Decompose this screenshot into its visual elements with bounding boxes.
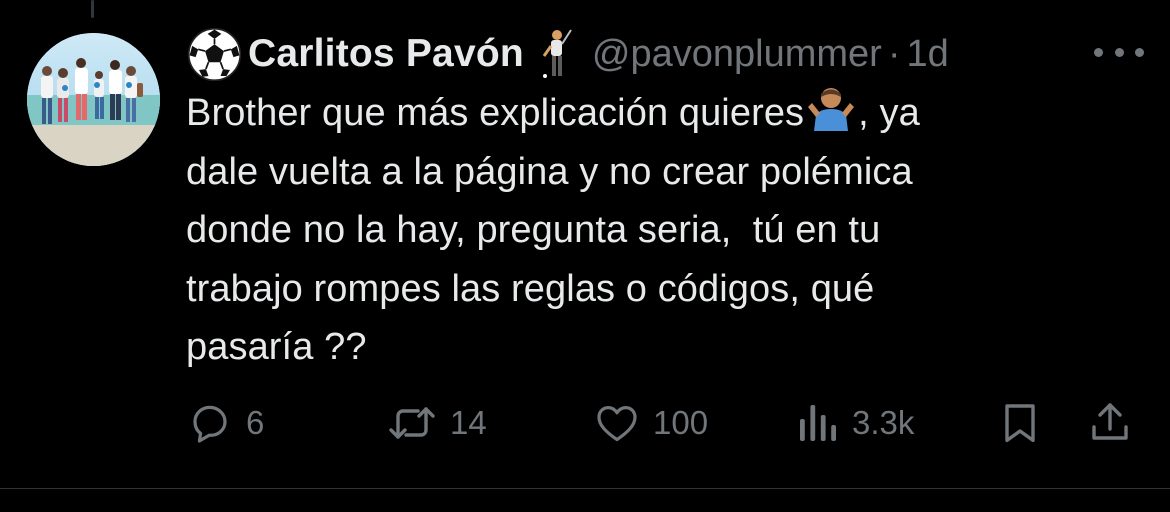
more-dot [1114,47,1124,57]
author-display-name[interactable]: Carlitos Pavón [248,32,524,76]
timestamp[interactable]: 1d [906,33,948,76]
views-chart-icon [800,405,836,441]
tweet-text-line: Brother que más explicación quieres , ya [186,84,1086,143]
thread-connector-line [91,0,94,18]
share-button[interactable] [1086,395,1134,451]
golfer-icon [542,29,572,78]
tweet-actions-bar: 6 14 100 3.3k [186,395,1136,451]
tweet-header: Carlitos Pavón @pavonplummer · 1d [187,24,1067,84]
like-button[interactable]: 100 [593,395,708,451]
bookmark-icon [1005,404,1035,443]
more-options-icon[interactable] [1094,40,1144,64]
avatar-photo [27,33,160,166]
tweet-text: Brother que más explicación quieres , ya… [186,84,1086,377]
tweet-text-line: dale vuelta a la página y no crear polém… [186,150,913,193]
heart-icon [597,406,637,442]
bookmark-button[interactable] [996,395,1044,451]
tweet-text-line: donde no la hay, pregunta seria, tú en t… [186,209,881,251]
repost-icon [389,407,435,439]
reply-icon [193,405,227,443]
like-count: 100 [653,404,709,441]
views-button[interactable]: 3.3k [796,395,914,451]
soccer-ball-icon [187,27,242,81]
tweet-text-line: pasaría ?? [186,326,367,368]
avatar[interactable] [27,33,160,166]
more-dot [1135,47,1144,57]
tweet-text-segment: , ya [858,92,920,134]
bottom-divider [0,488,1170,489]
reply-count: 6 [246,404,265,441]
tweet-text-line: trabajo rompes las reglas o códigos, qué [186,267,875,310]
tweet-text-segment: Brother que más explicación quieres [186,92,805,134]
author-handle[interactable]: @pavonplummer [592,33,882,76]
person-shrugging-icon [808,88,855,131]
reply-button[interactable]: 6 [186,395,264,451]
share-icon [1092,403,1128,440]
repost-button[interactable]: 14 [386,395,487,451]
views-count: 3.3k [852,404,915,441]
more-dot [1094,47,1103,57]
separator-dot: · [887,32,901,75]
repost-count: 14 [450,404,487,441]
